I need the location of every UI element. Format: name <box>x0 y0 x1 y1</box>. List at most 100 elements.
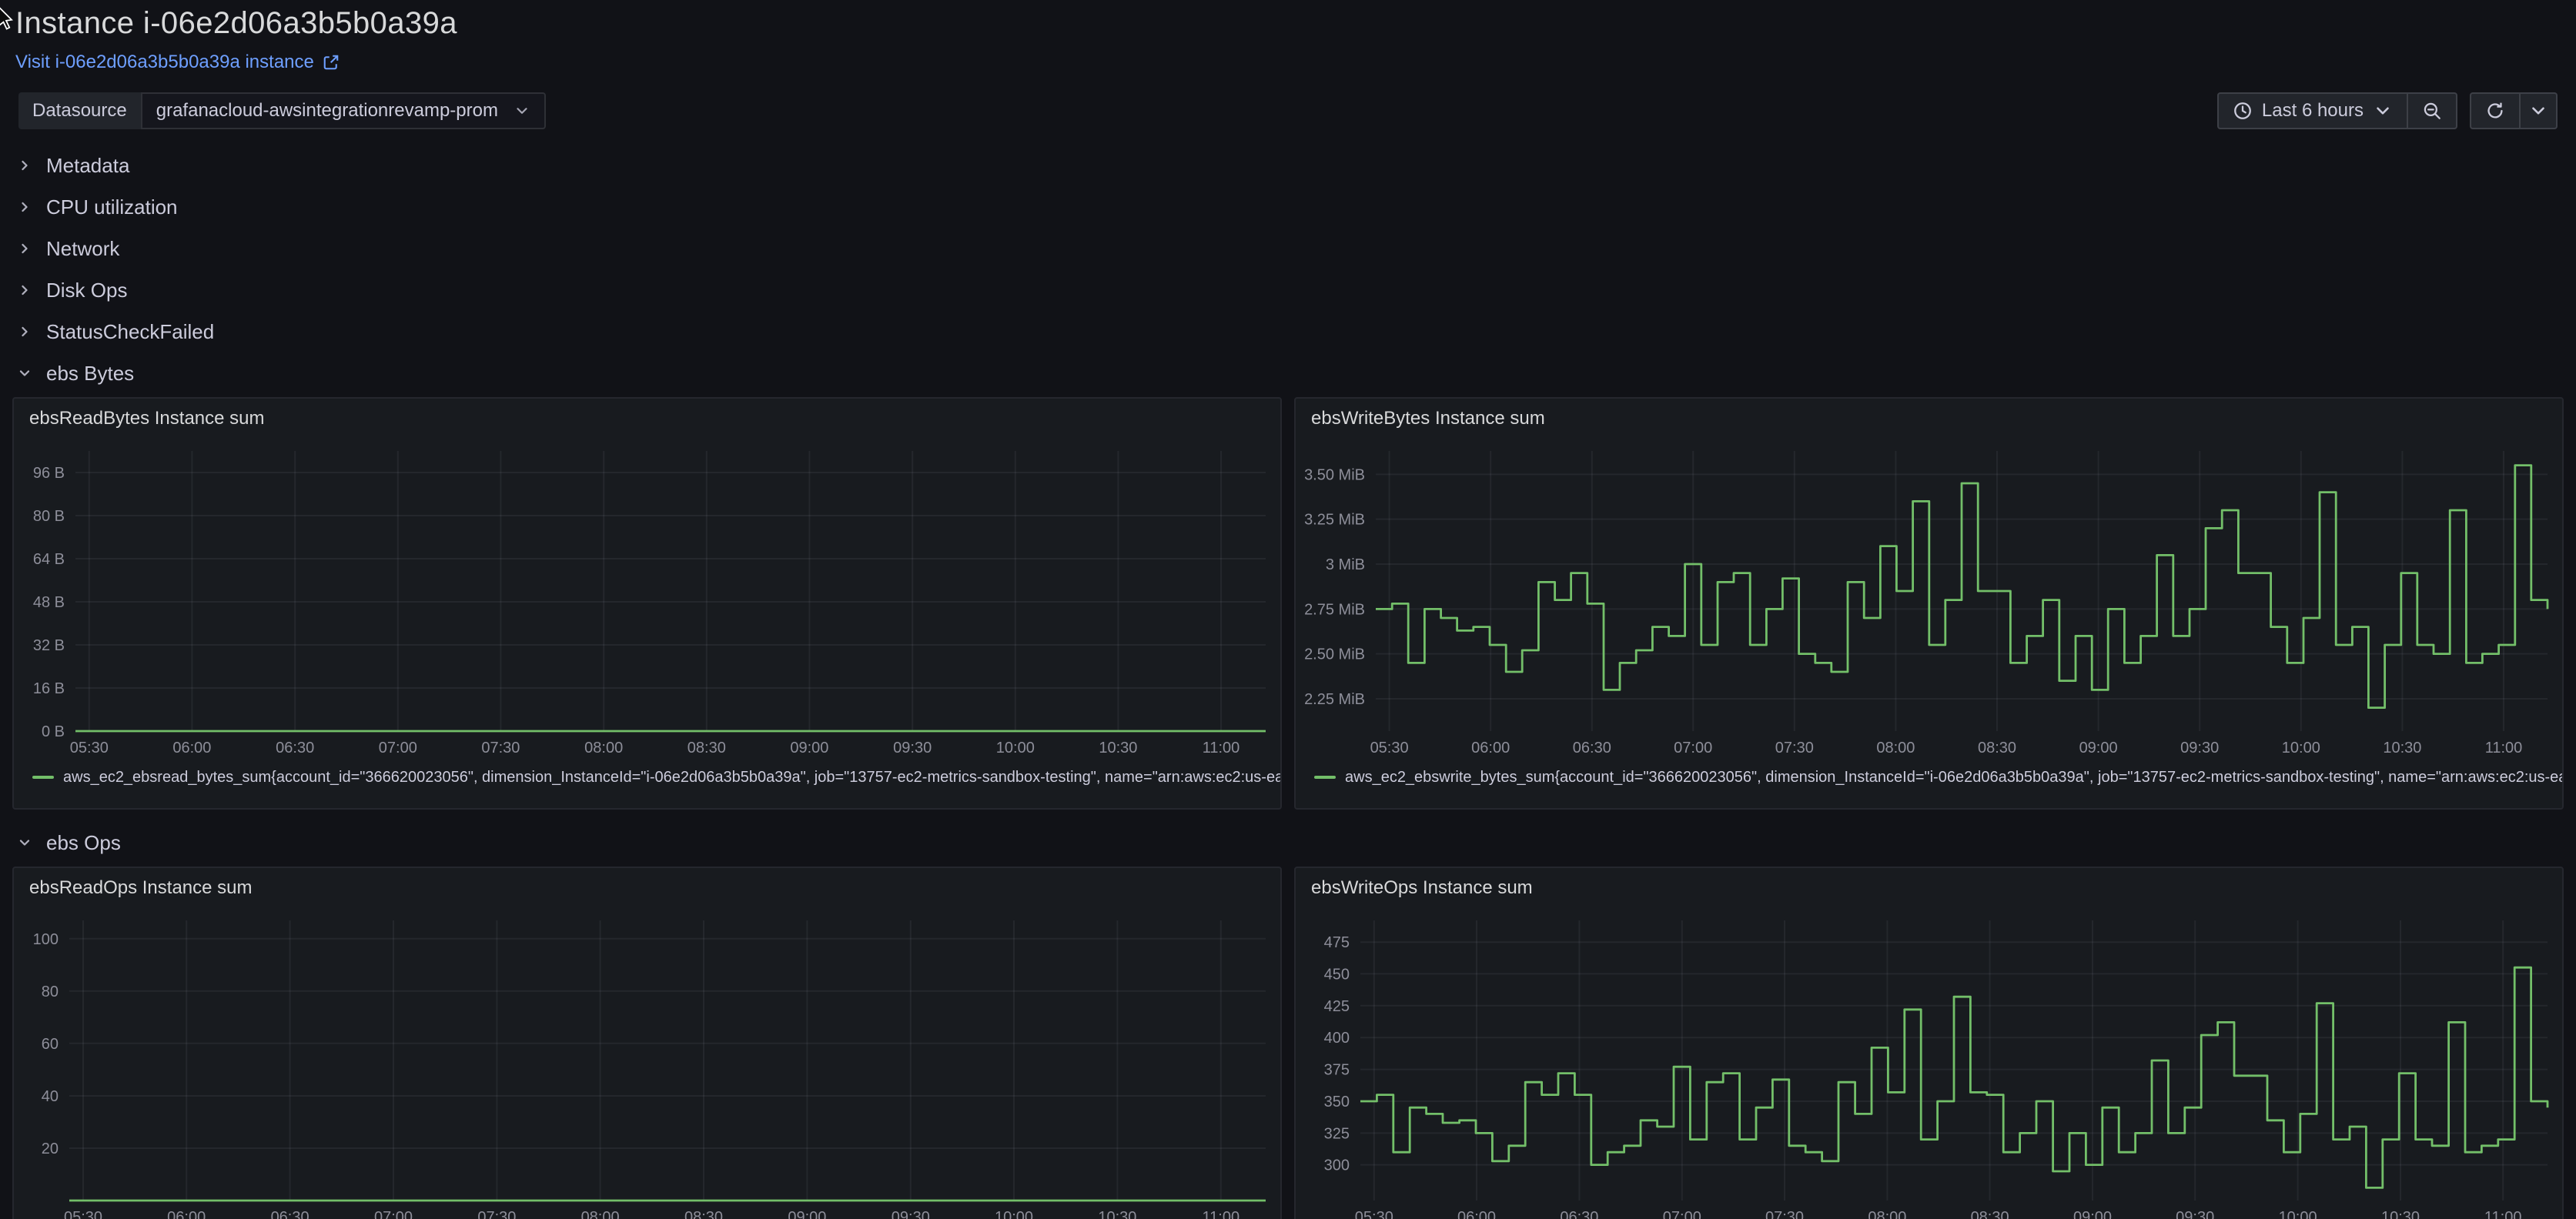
timeseries-chart-ebswritebytes[interactable]: 2.25 MiB2.50 MiB2.75 MiB3 MiB3.25 MiB3.5… <box>1296 439 2563 765</box>
ebs-ops-panels: ebsReadOps Instance sum 2040608010005:30… <box>0 867 2576 1219</box>
refresh-button[interactable] <box>2470 92 2521 129</box>
panel-ebswritebytes: ebsWriteBytes Instance sum 2.25 MiB2.50 … <box>1294 397 2564 810</box>
svg-text:10:00: 10:00 <box>2279 1209 2317 1219</box>
chevron-right-icon <box>17 158 32 173</box>
datasource-field: Datasource grafanacloud-awsintegrationre… <box>18 92 546 129</box>
svg-text:08:30: 08:30 <box>684 1209 723 1219</box>
svg-text:20: 20 <box>42 1141 59 1157</box>
row-label: ebs Bytes <box>46 362 134 386</box>
svg-text:425: 425 <box>1324 998 1350 1015</box>
svg-text:400: 400 <box>1324 1030 1350 1047</box>
svg-text:08:30: 08:30 <box>687 740 726 756</box>
svg-text:08:00: 08:00 <box>584 740 623 756</box>
panel-plot: 0 B16 B32 B48 B64 B80 B96 B05:3006:0006:… <box>14 439 1280 765</box>
svg-text:08:00: 08:00 <box>1876 740 1915 756</box>
svg-text:10:30: 10:30 <box>2381 1209 2420 1219</box>
datasource-select[interactable]: grafanacloud-awsintegrationrevamp-prom <box>141 92 546 129</box>
svg-text:10:30: 10:30 <box>1098 1209 1136 1219</box>
panel-title-ebswritebytes[interactable]: ebsWriteBytes Instance sum <box>1296 399 2562 439</box>
instance-link[interactable]: Visit i-06e2d06a3b5b0a39a instance <box>15 52 340 73</box>
panel-ebsreadbytes: ebsReadBytes Instance sum 0 B16 B32 B48 … <box>12 397 1282 810</box>
svg-text:09:00: 09:00 <box>788 1209 826 1219</box>
svg-text:11:00: 11:00 <box>1203 1209 1240 1219</box>
svg-text:475: 475 <box>1324 934 1350 951</box>
row-label: CPU utilization <box>46 195 178 219</box>
svg-text:2.75 MiB: 2.75 MiB <box>1304 601 1365 618</box>
row-label: Disk Ops <box>46 279 127 302</box>
datasource-value: grafanacloud-awsintegrationrevamp-prom <box>156 100 498 122</box>
svg-text:80: 80 <box>42 984 59 1000</box>
svg-text:60: 60 <box>42 1036 59 1053</box>
svg-text:07:30: 07:30 <box>1765 1209 1804 1219</box>
chevron-right-icon <box>17 241 32 256</box>
row-toggle-ebs-ops[interactable]: ebs Ops <box>0 822 2576 863</box>
panel-plot: 2.25 MiB2.50 MiB2.75 MiB3 MiB3.25 MiB3.5… <box>1296 439 2562 765</box>
zoom-out-button[interactable] <box>2408 92 2457 129</box>
svg-text:09:00: 09:00 <box>2073 1209 2112 1219</box>
svg-text:08:00: 08:00 <box>1868 1209 1906 1219</box>
row-toggle-network[interactable]: Network <box>0 228 2576 269</box>
chevron-down-icon <box>514 102 530 119</box>
timeseries-chart-ebsreadbytes[interactable]: 0 B16 B32 B48 B64 B80 B96 B05:3006:0006:… <box>14 439 1281 765</box>
svg-text:10:00: 10:00 <box>995 1209 1033 1219</box>
grafana-dashboard: Instance i-06e2d06a3b5b0a39a Visit i-06e… <box>0 0 2576 1219</box>
ebs-bytes-panels: ebsReadBytes Instance sum 0 B16 B32 B48 … <box>0 397 2576 810</box>
chevron-right-icon <box>17 199 32 215</box>
svg-text:80 B: 80 B <box>33 508 65 525</box>
row-toggle-disk-ops[interactable]: Disk Ops <box>0 269 2576 311</box>
svg-text:2.25 MiB: 2.25 MiB <box>1304 691 1365 708</box>
time-controls: Last 6 hours <box>2217 92 2558 129</box>
legend-series-label: aws_ec2_ebswrite_bytes_sum{account_id="3… <box>1345 769 2562 787</box>
svg-text:09:30: 09:30 <box>892 1209 930 1219</box>
svg-text:11:00: 11:00 <box>2484 1209 2522 1219</box>
refresh-interval-dropdown[interactable] <box>2521 92 2558 129</box>
row-label: StatusCheckFailed <box>46 320 214 344</box>
chevron-down-icon <box>17 366 32 381</box>
svg-text:09:00: 09:00 <box>790 740 828 756</box>
svg-text:375: 375 <box>1324 1062 1350 1079</box>
row-toggle-statuscheckfailed[interactable]: StatusCheckFailed <box>0 311 2576 352</box>
svg-text:06:00: 06:00 <box>1471 740 1510 756</box>
legend-series-marker <box>32 776 54 779</box>
svg-text:3.50 MiB: 3.50 MiB <box>1304 466 1365 483</box>
svg-text:09:30: 09:30 <box>893 740 932 756</box>
dashboard-toolbar: Datasource grafanacloud-awsintegrationre… <box>18 92 2558 129</box>
time-range-label: Last 6 hours <box>2262 100 2364 122</box>
timeseries-chart-ebswriteops[interactable]: 30032535037540042545047505:3006:0006:300… <box>1296 908 2563 1219</box>
svg-text:07:00: 07:00 <box>379 740 417 756</box>
panel-title-ebsreadops[interactable]: ebsReadOps Instance sum <box>14 868 1280 908</box>
svg-text:96 B: 96 B <box>33 465 65 482</box>
svg-text:0 B: 0 B <box>42 723 65 740</box>
time-range-picker[interactable]: Last 6 hours <box>2217 92 2408 129</box>
external-link-icon <box>322 53 340 72</box>
panel-title-ebswriteops[interactable]: ebsWriteOps Instance sum <box>1296 868 2562 908</box>
chevron-down-icon <box>2373 101 2393 121</box>
svg-text:06:00: 06:00 <box>172 740 211 756</box>
chevron-right-icon <box>17 324 32 339</box>
svg-text:64 B: 64 B <box>33 551 65 568</box>
clock-icon <box>2233 101 2253 121</box>
svg-text:05:30: 05:30 <box>1355 1209 1393 1219</box>
row-toggle-metadata[interactable]: Metadata <box>0 145 2576 186</box>
timeseries-chart-ebsreadops[interactable]: 2040608010005:3006:0006:3007:0007:3008:0… <box>14 908 1281 1219</box>
row-toggle-ebs-bytes[interactable]: ebs Bytes <box>0 352 2576 394</box>
svg-text:09:00: 09:00 <box>2079 740 2118 756</box>
row-toggle-cpu-utilization[interactable]: CPU utilization <box>0 186 2576 228</box>
legend-item[interactable]: aws_ec2_ebswrite_bytes_sum{account_id="3… <box>1296 765 2562 790</box>
mouse-cursor <box>0 6 15 31</box>
svg-text:10:00: 10:00 <box>996 740 1035 756</box>
svg-text:3 MiB: 3 MiB <box>1326 556 1365 573</box>
svg-text:32 B: 32 B <box>33 637 65 654</box>
row-label: Metadata <box>46 154 129 178</box>
svg-text:10:00: 10:00 <box>2282 740 2320 756</box>
svg-text:07:00: 07:00 <box>374 1209 413 1219</box>
dashboard-rows: Metadata CPU utilization Network Disk Op… <box>0 145 2576 1219</box>
legend-item[interactable]: aws_ec2_ebsread_bytes_sum{account_id="36… <box>14 765 1280 790</box>
svg-text:07:30: 07:30 <box>477 1209 516 1219</box>
svg-text:100: 100 <box>33 931 59 948</box>
panel-title-ebsreadbytes[interactable]: ebsReadBytes Instance sum <box>14 399 1280 439</box>
svg-text:10:30: 10:30 <box>2383 740 2421 756</box>
zoom-out-icon <box>2422 101 2442 121</box>
legend-series-marker <box>1314 776 1336 779</box>
svg-text:05:30: 05:30 <box>1370 740 1409 756</box>
